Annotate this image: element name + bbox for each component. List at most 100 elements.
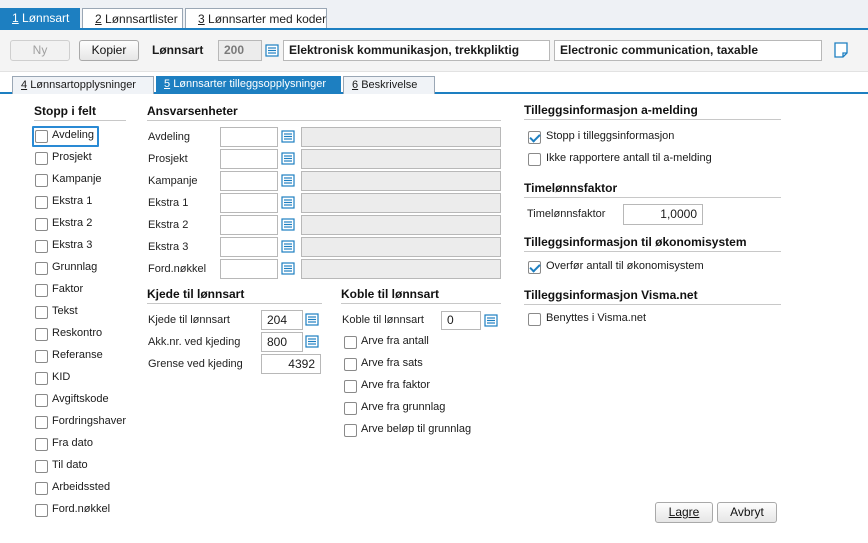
visma-benyttes-i-visma-net-checkbox[interactable] [528,313,541,326]
stop-fordringshaver-label: Fordringshaver [52,415,126,427]
amelding-ikke-rapportere-antall-til-a-melding-checkbox[interactable] [528,153,541,166]
koble-arve-fra-faktor-checkbox[interactable] [344,380,357,393]
stop-fordringshaver-checkbox[interactable] [35,416,48,429]
timelonn-field[interactable]: 1,0000 [623,204,703,225]
stop-fra-dato-checkbox[interactable] [35,438,48,451]
okonomi-overfor-antall-til-okonomisystem-checkbox[interactable] [528,261,541,274]
stop-prosjekt-checkbox[interactable] [35,152,48,165]
lonnsart-number-field[interactable]: 200 [218,40,262,61]
tab-label: Lønnsarter tilleggsopplysninger [173,78,327,90]
kjede-kjede-til-lonnsart-field[interactable]: 204 [261,310,303,330]
lookup-icon[interactable] [279,127,297,146]
stop-arbeidssted-checkbox[interactable] [35,482,48,495]
stop-kampanje-label: Kampanje [52,173,102,185]
stop-kampanje-checkbox[interactable] [35,174,48,187]
stop-ekstra-3-checkbox[interactable] [35,240,48,253]
tab-lonnsartlister[interactable]: 2 Lønnsartlister [82,8,183,28]
tab-lonnsartopplysninger[interactable]: 4 Lønnsartopplysninger [12,76,154,94]
kjede-akk-nr-ved-kjeding-field[interactable]: 800 [261,332,303,352]
ansvar-kampanje-field[interactable] [220,171,278,191]
koble-arve-belop-til-grunnlag-checkbox[interactable] [344,424,357,437]
koble-arve-belop-til-grunnlag-label: Arve beløp til grunnlag [361,423,472,435]
lookup-icon[interactable] [303,310,321,329]
stop-til-dato-label: Til dato [52,459,88,471]
tab-label: Beskrivelse [361,79,418,91]
lonnsart-name-no-field[interactable]: Elektronisk kommunikasjon, trekkpliktig [283,40,550,61]
ansvar-prosjekt-label: Prosjekt [148,153,188,165]
amelding-stopp-i-tilleggsinformasjon-label: Stopp i tilleggsinformasjon [546,130,675,142]
kjede-grense-ved-kjeding-label: Grense ved kjeding [148,358,243,370]
stop-ekstra-3-label: Ekstra 3 [52,239,93,251]
ansvar-kampanje-label: Kampanje [148,175,198,187]
note-icon[interactable] [832,41,850,60]
new-button[interactable]: Ny [10,40,70,61]
lookup-icon[interactable] [279,171,297,190]
stop-ekstra-2-checkbox[interactable] [35,218,48,231]
lookup-icon[interactable] [279,237,297,256]
koble-arve-fra-grunnlag-checkbox[interactable] [344,402,357,415]
ansvar-ford-nokkel-field[interactable] [220,259,278,279]
kjede-grense-ved-kjeding-field[interactable]: 4392 [261,354,321,374]
ansvar-ekstra-3-label: Ekstra 3 [148,241,189,253]
timelonn-section-title: Timelønnsfaktor [524,181,781,198]
stop-ford-nokkel-checkbox[interactable] [35,504,48,517]
koble-arve-fra-antall-checkbox[interactable] [344,336,357,349]
stop-grunnlag-label: Grunnlag [52,261,98,273]
ansvar-prosjekt-description [301,149,501,169]
tab-lonnsart[interactable]: 1 Lønnsart [0,8,80,28]
sub-tab-bar: 4 Lønnsartopplysninger 5 Lønnsarter till… [0,74,868,94]
stop-tekst-label: Tekst [52,305,78,317]
cancel-button[interactable]: Avbryt [717,502,777,523]
stop-til-dato-checkbox[interactable] [35,460,48,473]
stop-reskontro-checkbox[interactable] [35,328,48,341]
lookup-icon[interactable] [482,311,500,330]
stop-faktor-label: Faktor [52,283,84,295]
lookup-icon[interactable] [279,215,297,234]
stop-kid-checkbox[interactable] [35,372,48,385]
ansvar-avdeling-description [301,127,501,147]
main-tab-bar: 1 Lønnsart 2 Lønnsartlister 3 Lønnsarter… [0,0,868,30]
tab-number: 3 [198,12,205,26]
tab-label: Lønnsartlister [105,12,178,26]
save-button[interactable]: Lagre [655,502,713,523]
stop-avgiftskode-checkbox[interactable] [35,394,48,407]
amelding-ikke-rapportere-antall-til-a-melding-label: Ikke rapportere antall til a-melding [546,152,712,164]
lookup-icon[interactable] [279,193,297,212]
amelding-section-title: Tilleggsinformasjon a-melding [524,103,781,120]
lonnsart-name-en-field[interactable]: Electronic communication, taxable [554,40,822,61]
koble-arve-fra-sats-checkbox[interactable] [344,358,357,371]
ansvar-ekstra-3-field[interactable] [220,237,278,257]
tab-label: Lønnsarter med koder [208,12,327,26]
copy-button[interactable]: Kopier [79,40,139,61]
stop-avgiftskode-label: Avgiftskode [52,393,109,405]
ansvar-ekstra-2-description [301,215,501,235]
ansvar-ekstra-1-label: Ekstra 1 [148,197,189,209]
stop-fra-dato-label: Fra dato [52,437,93,449]
ansvar-ekstra-1-field[interactable] [220,193,278,213]
stop-grunnlag-checkbox[interactable] [35,262,48,275]
stop-ekstra-1-checkbox[interactable] [35,196,48,209]
kjede-section-title: Kjede til lønnsart [147,287,322,304]
stop-referanse-checkbox[interactable] [35,350,48,363]
ansvar-prosjekt-field[interactable] [220,149,278,169]
stop-faktor-checkbox[interactable] [35,284,48,297]
ansvar-ford-nokkel-description [301,259,501,279]
tab-lonnsarter-tilleggsopplysninger[interactable]: 5 Lønnsarter tilleggsopplysninger [156,76,341,94]
ansvar-avdeling-field[interactable] [220,127,278,147]
tab-beskrivelse[interactable]: 6 Beskrivelse [343,76,435,94]
stop-ford-nokkel-label: Ford.nøkkel [52,503,111,515]
lookup-icon[interactable] [279,149,297,168]
ansvar-ekstra-3-description [301,237,501,257]
stop-prosjekt-label: Prosjekt [52,151,92,163]
koble-field[interactable]: 0 [441,311,481,330]
ansvar-ekstra-2-field[interactable] [220,215,278,235]
tab-label: Lønnsartopplysninger [30,79,136,91]
amelding-stopp-i-tilleggsinformasjon-checkbox[interactable] [528,131,541,144]
stop-tekst-checkbox[interactable] [35,306,48,319]
lonnsart-label: Lønnsart [152,43,204,57]
stop-ekstra-2-label: Ekstra 2 [52,217,93,229]
tab-lonnsarter-med-koder[interactable]: 3 Lønnsarter med koder [185,8,327,28]
lookup-icon[interactable] [263,41,281,60]
lookup-icon[interactable] [279,259,297,278]
lookup-icon[interactable] [303,332,321,351]
